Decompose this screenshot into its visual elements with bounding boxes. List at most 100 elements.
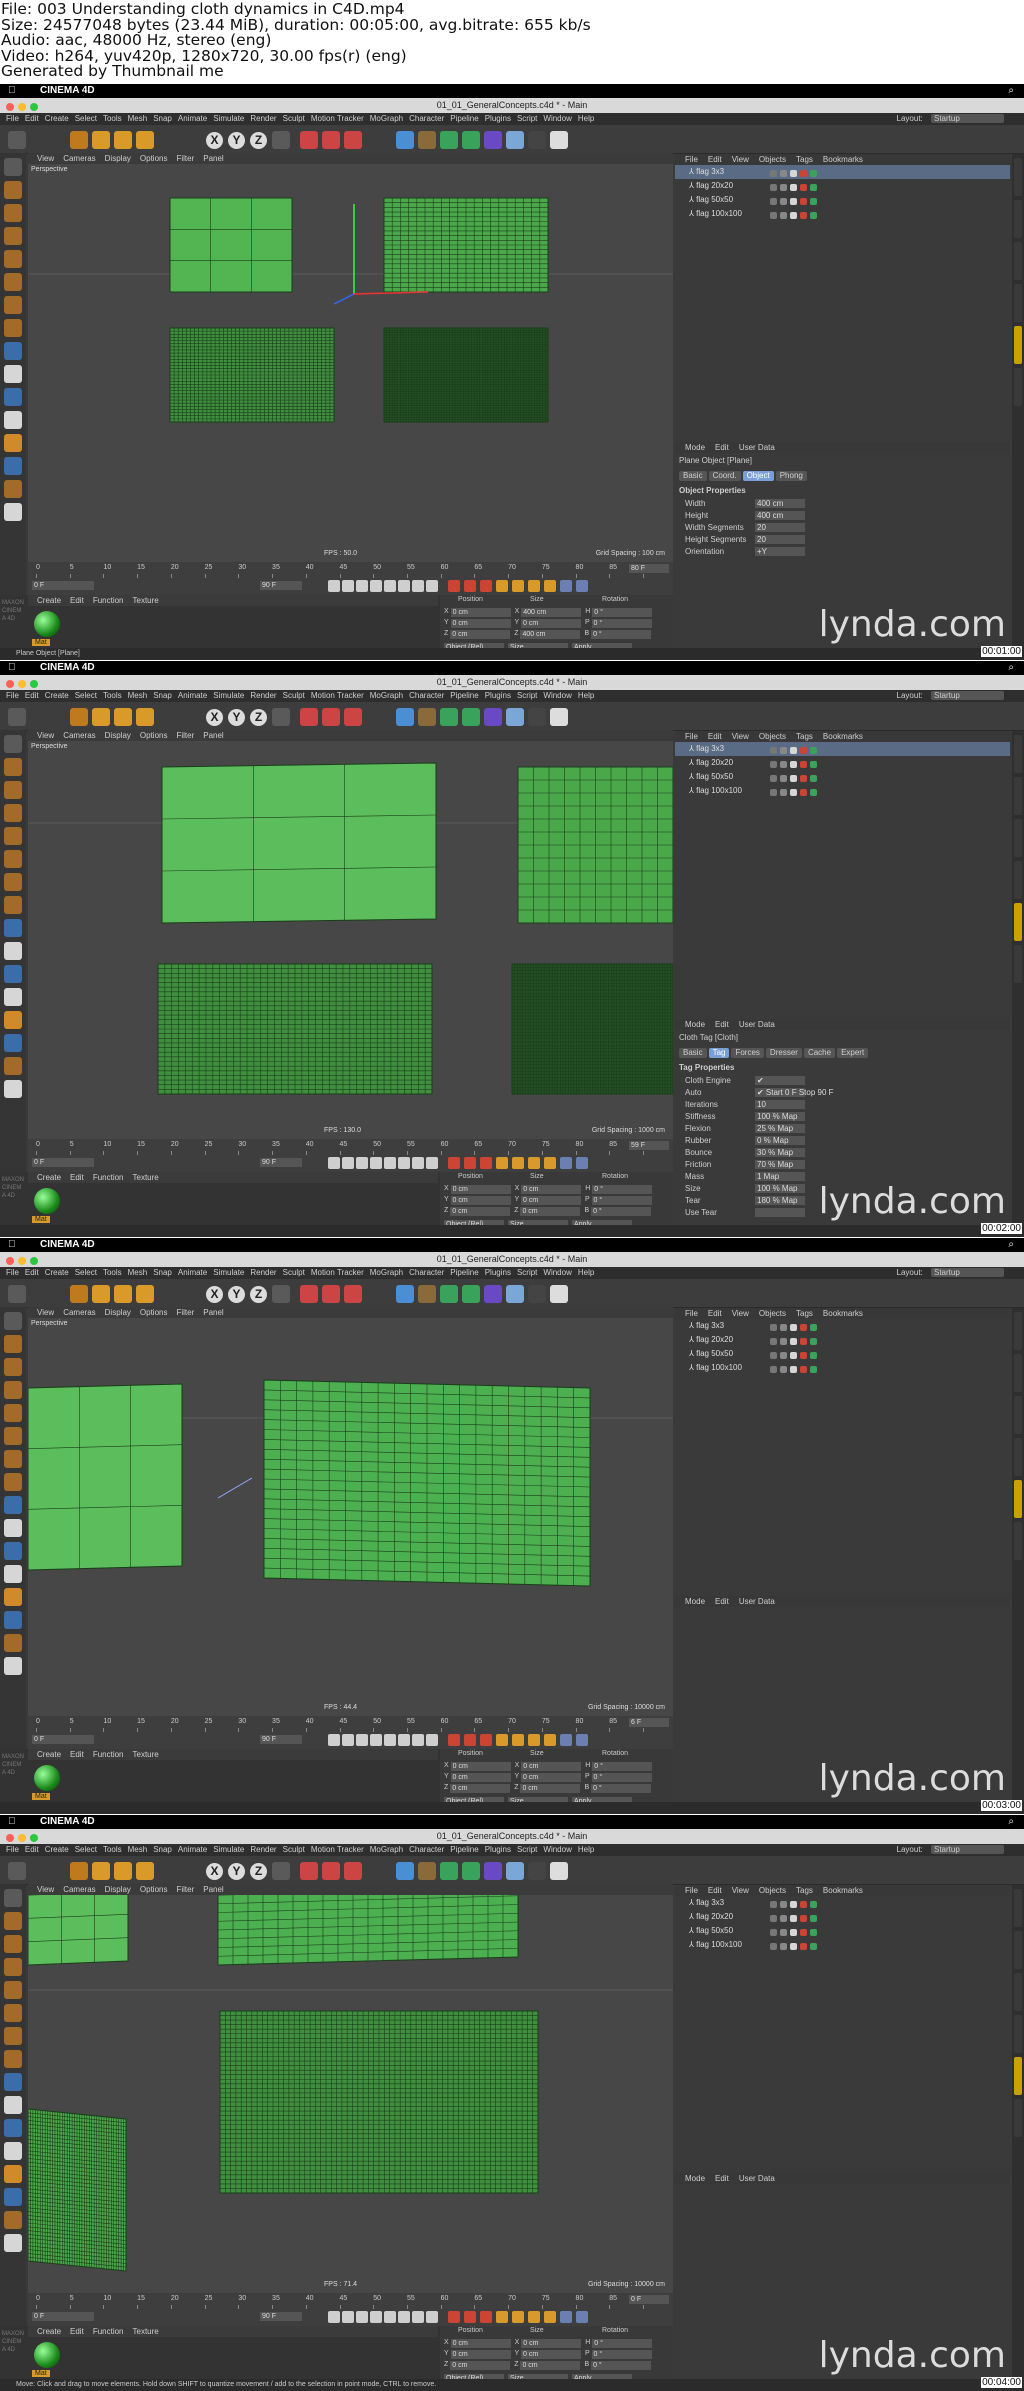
- timeline-menu-button[interactable]: [576, 1734, 588, 1746]
- attr-menu-edit[interactable]: Edit: [715, 443, 729, 452]
- pen-icon[interactable]: [418, 1285, 436, 1303]
- coord-field[interactable]: 0 cm: [450, 1784, 511, 1793]
- cloner-icon[interactable]: [462, 708, 480, 726]
- attr-menu-mode[interactable]: Mode: [685, 443, 705, 452]
- param-key-button[interactable]: [544, 1734, 556, 1746]
- tool-icon-6[interactable]: [4, 273, 22, 291]
- side-tab-objects[interactable]: [1014, 735, 1022, 773]
- objmgr-menu-file[interactable]: File: [685, 1886, 698, 1895]
- attr-tab-coord[interactable]: Coord.: [708, 471, 741, 481]
- pos-key-button[interactable]: [496, 2311, 508, 2323]
- menu-character[interactable]: Character: [409, 1845, 444, 1854]
- material-swatch[interactable]: [34, 1188, 60, 1214]
- coord-field[interactable]: 0 °: [591, 1196, 652, 1205]
- floor-icon[interactable]: [506, 1285, 524, 1303]
- render-picture-icon[interactable]: [322, 1862, 340, 1880]
- prev-key-button[interactable]: [342, 1734, 354, 1746]
- objmgr-menu-tags[interactable]: Tags: [796, 155, 813, 164]
- move-tool-icon[interactable]: [70, 1862, 88, 1880]
- timeline-ruler[interactable]: 051015202530354045505560657075808590: [36, 564, 651, 578]
- menu-mograph[interactable]: MoGraph: [370, 691, 403, 700]
- viewport-menu-display[interactable]: Display: [105, 1308, 131, 1317]
- auto-key-button[interactable]: [464, 2311, 476, 2323]
- object-tag-icon[interactable]: [770, 747, 777, 754]
- coord-field[interactable]: 0 cm: [450, 1773, 511, 1782]
- tool-icon-13[interactable]: [4, 1011, 22, 1029]
- objmgr-menu-edit[interactable]: Edit: [708, 155, 722, 164]
- pla-key-button[interactable]: [560, 2311, 572, 2323]
- coord-field[interactable]: 0 cm: [450, 608, 511, 617]
- object-tag-icon[interactable]: [780, 761, 787, 768]
- object-tag-icon[interactable]: [800, 747, 807, 754]
- pen-icon[interactable]: [418, 131, 436, 149]
- menu-mesh[interactable]: Mesh: [128, 1845, 148, 1854]
- menu-simulate[interactable]: Simulate: [213, 1268, 244, 1277]
- object-tag-icon[interactable]: [790, 747, 797, 754]
- tool-icon-1[interactable]: [4, 158, 22, 176]
- objmgr-menu-bookmarks[interactable]: Bookmarks: [823, 155, 863, 164]
- pos-key-button[interactable]: [496, 1734, 508, 1746]
- tool-icon-12[interactable]: [4, 988, 22, 1006]
- prev-frame-button[interactable]: [356, 1734, 368, 1746]
- tool-icon-7[interactable]: [4, 873, 22, 891]
- attr-tab-object[interactable]: Object: [742, 471, 774, 481]
- menu-file[interactable]: File: [6, 1268, 19, 1277]
- record-button[interactable]: [448, 1734, 460, 1746]
- side-tab-attributes[interactable]: [1014, 2057, 1022, 2095]
- cloner-icon[interactable]: [462, 1862, 480, 1880]
- cube-icon[interactable]: [396, 708, 414, 726]
- side-tab-layers[interactable]: [1014, 1522, 1022, 1560]
- tool-icon-2[interactable]: [4, 1335, 22, 1353]
- layout-dropdown[interactable]: Startup: [931, 691, 1004, 701]
- go-start-button[interactable]: [328, 1157, 340, 1169]
- material-menu-edit[interactable]: Edit: [70, 2327, 84, 2336]
- object-tag-icon[interactable]: [770, 1366, 777, 1373]
- objmgr-menu-bookmarks[interactable]: Bookmarks: [823, 732, 863, 741]
- tool-icon-6[interactable]: [4, 850, 22, 868]
- go-end-button[interactable]: [412, 1157, 424, 1169]
- pla-key-button[interactable]: [560, 580, 572, 592]
- object-tag-icon[interactable]: [780, 184, 787, 191]
- object-row[interactable]: ⅄ flag 20x20: [675, 1333, 1010, 1347]
- menu-edit[interactable]: Edit: [25, 1268, 39, 1277]
- auto-key-button[interactable]: [464, 1734, 476, 1746]
- coord-field[interactable]: 0 cm: [450, 619, 511, 628]
- object-tag-icon[interactable]: [770, 198, 777, 205]
- menu-help[interactable]: Help: [578, 691, 594, 700]
- tool-icon-3[interactable]: [4, 1935, 22, 1953]
- rot-key-button[interactable]: [528, 2311, 540, 2323]
- light-icon[interactable]: [550, 1862, 568, 1880]
- axis-z-button[interactable]: Z: [250, 1286, 267, 1303]
- keyframe-sel-button[interactable]: [480, 1734, 492, 1746]
- tool-icon-12[interactable]: [4, 2142, 22, 2160]
- object-tag-icon[interactable]: [770, 1915, 777, 1922]
- menu-motion-tracker[interactable]: Motion Tracker: [311, 691, 364, 700]
- object-tag-icon[interactable]: [790, 761, 797, 768]
- menu-edit[interactable]: Edit: [25, 691, 39, 700]
- rot-key-button[interactable]: [528, 580, 540, 592]
- current-frame-field[interactable]: 0 F: [32, 581, 94, 590]
- viewport-canvas[interactable]: [27, 1318, 673, 1716]
- tool-icon-13[interactable]: [4, 434, 22, 452]
- object-tag-icon[interactable]: [790, 1324, 797, 1331]
- camera-icon[interactable]: [528, 708, 546, 726]
- menu-motion-tracker[interactable]: Motion Tracker: [311, 1268, 364, 1277]
- light-icon[interactable]: [550, 131, 568, 149]
- close-window-button[interactable]: [6, 680, 14, 688]
- viewport-menu-view[interactable]: View: [37, 731, 54, 740]
- subdivision-icon[interactable]: [440, 708, 458, 726]
- object-tag-icon[interactable]: [800, 761, 807, 768]
- menu-create[interactable]: Create: [45, 1845, 69, 1854]
- next-key-button[interactable]: [398, 1734, 410, 1746]
- tool-icon-12[interactable]: [4, 1565, 22, 1583]
- scale-tool-icon[interactable]: [92, 1285, 110, 1303]
- side-tab-content-browser[interactable]: [1014, 1396, 1022, 1434]
- tool-icon-5[interactable]: [4, 1981, 22, 1999]
- tool-icon-4[interactable]: [4, 804, 22, 822]
- coord-field[interactable]: 0 °: [592, 2339, 653, 2348]
- auto-key-button[interactable]: [464, 580, 476, 592]
- object-tag-icon[interactable]: [790, 198, 797, 205]
- axis-x-button[interactable]: X: [206, 1863, 223, 1880]
- coord-field[interactable]: 0 °: [591, 619, 652, 628]
- menu-help[interactable]: Help: [578, 114, 594, 123]
